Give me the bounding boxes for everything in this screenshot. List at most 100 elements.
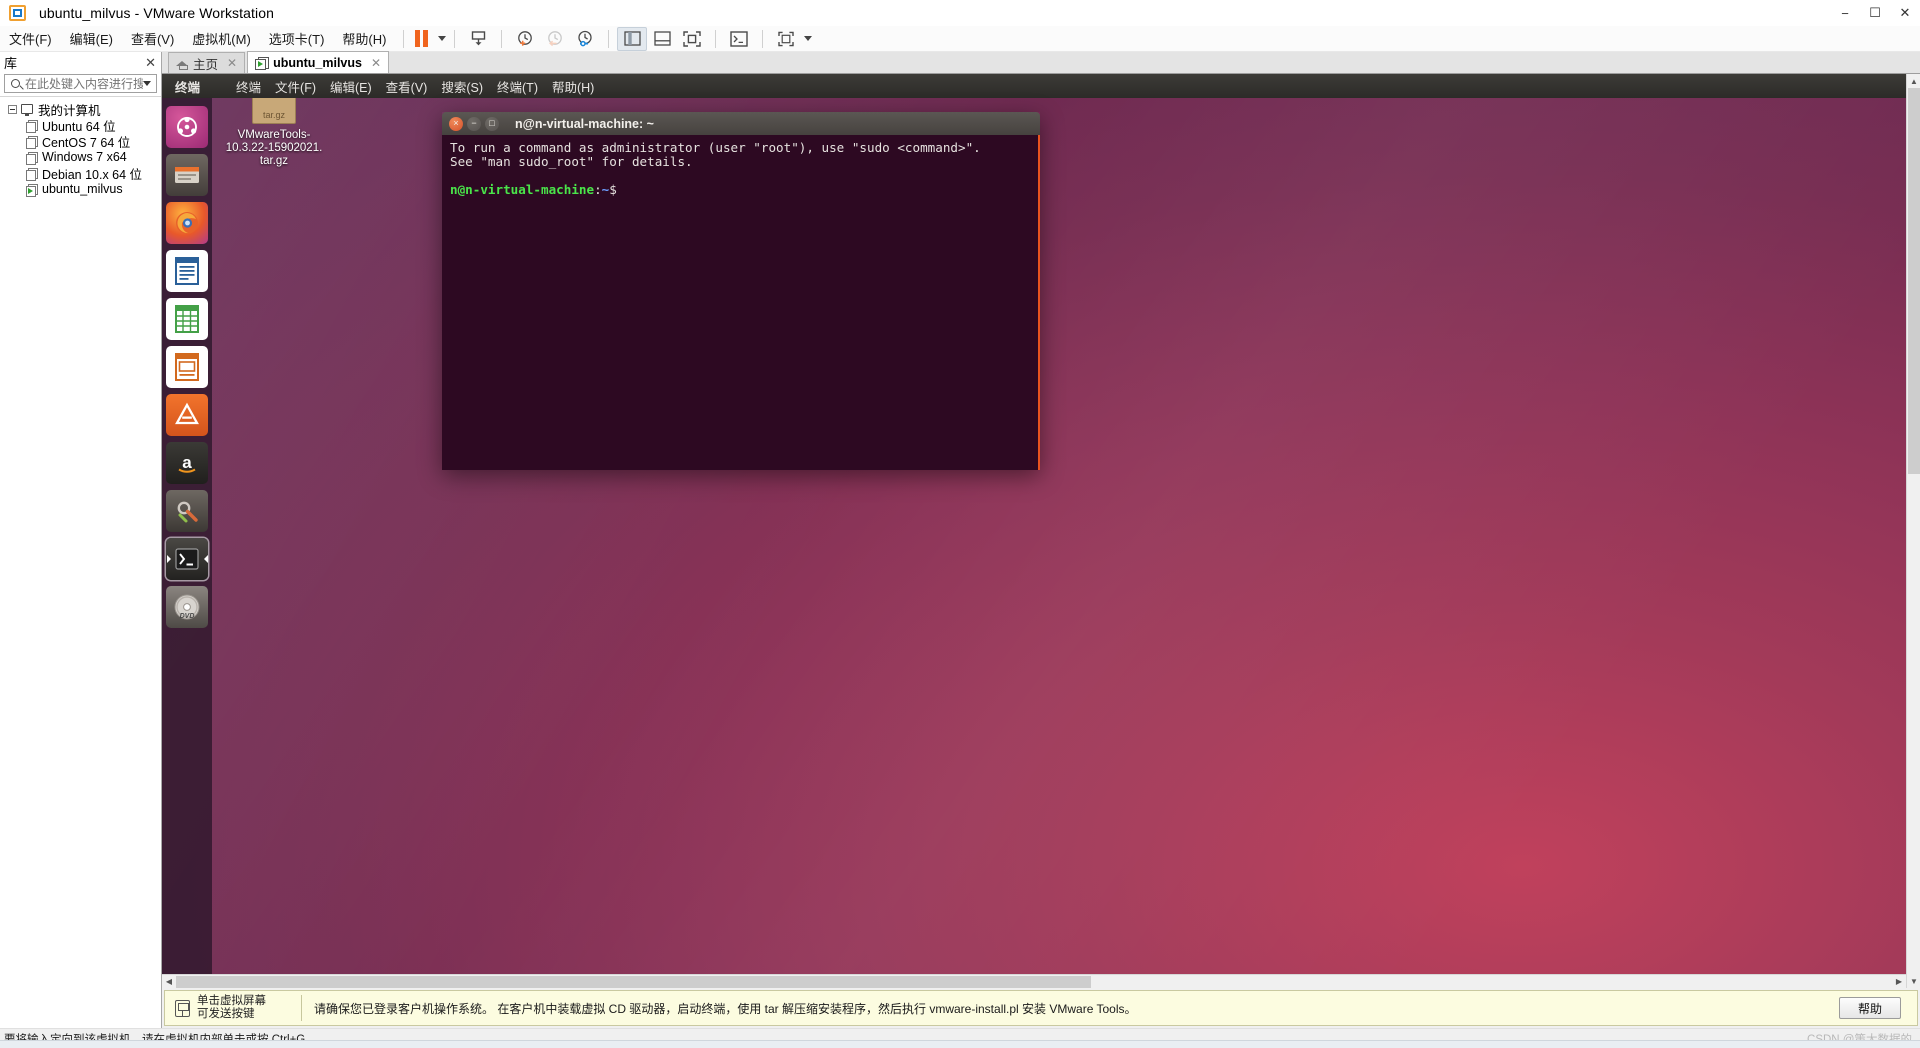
scroll-up-button[interactable]: ▲ [1907, 74, 1920, 88]
guest-menu-view[interactable]: 查看(V) [379, 75, 435, 98]
unity-dropdown-chevron-down-icon[interactable] [804, 36, 813, 41]
vscroll-thumb[interactable] [1908, 88, 1920, 474]
show-thumbnail-bar-button[interactable] [647, 27, 677, 51]
guest-menu-edit[interactable]: 编辑(E) [323, 75, 379, 98]
snapshot-manager-icon [471, 31, 486, 46]
impress-icon [175, 353, 199, 381]
horizontal-scrollbar[interactable]: ◀ ▶ [162, 974, 1906, 989]
library-item-debian-10x-64[interactable]: Debian 10.x 64 位 [0, 165, 161, 182]
launcher-focus-left-arrow-icon [166, 555, 171, 563]
toolbar-divider-4 [608, 29, 610, 48]
console-button[interactable] [724, 27, 754, 51]
guest-menu-search[interactable]: 搜索(S) [434, 75, 490, 98]
vscroll-track[interactable] [1907, 88, 1920, 974]
library-item-ubuntu-milvus[interactable]: ubuntu_milvus [0, 181, 161, 197]
guest-menu-terminal[interactable]: 终端 [229, 75, 268, 98]
terminal-title-bar[interactable]: × − □ n@n-virtual-machine: ~ [442, 112, 1040, 135]
desktop-icon-label: VMwareTools- 10.3.22-15902021. tar.gz [220, 129, 328, 168]
launcher-amazon[interactable]: a [166, 442, 208, 484]
launcher-files[interactable] [166, 154, 208, 196]
tab-strip: 主页 ✕ ubuntu_milvus ✕ [162, 51, 1920, 74]
hint-message: 请确保您已登录客户机操作系统。 在客户机中装载虚拟 CD 驱动器，启动终端，使用… [314, 1001, 1137, 1016]
guest-menu-terminal-t[interactable]: 终端(T) [490, 75, 545, 98]
writer-icon [175, 257, 199, 285]
scroll-left-button[interactable]: ◀ [162, 974, 176, 989]
take-snapshot-button[interactable] [510, 27, 540, 51]
guest-menu-help[interactable]: 帮助(H) [545, 75, 601, 98]
dvd-icon: DVD [174, 594, 200, 620]
toolbar-divider-5 [715, 29, 717, 48]
terminal-minimize-button[interactable]: − [467, 116, 481, 131]
hscroll-thumb[interactable] [176, 975, 1091, 988]
launcher-system-settings[interactable] [166, 490, 208, 532]
search-input[interactable] [25, 76, 143, 91]
library-panel: 库 ✕ 我的计算机 Ubuntu 64 位 [0, 52, 162, 1028]
tab-home[interactable]: 主页 ✕ [168, 52, 246, 73]
ubuntu-desktop[interactable]: 终端 终端 文件(F) 编辑(E) 查看(V) 搜索(S) 终端(T) 帮助(H… [162, 74, 1906, 974]
terminal-prompt-char: $ [609, 182, 617, 197]
terminal-close-button[interactable]: × [449, 116, 463, 131]
power-dropdown-chevron-down-icon[interactable] [438, 36, 447, 41]
help-button[interactable]: 帮助 [1839, 997, 1901, 1019]
software-center-icon [175, 402, 199, 425]
pause-icon [415, 30, 429, 47]
menu-view[interactable]: 查看(V) [122, 26, 183, 51]
launcher-terminal[interactable] [166, 538, 208, 580]
collapse-icon[interactable] [8, 104, 17, 114]
launcher-ubuntu-software[interactable] [166, 394, 208, 436]
guest-menu-file[interactable]: 文件(F) [268, 75, 323, 98]
launcher-libreoffice-writer[interactable] [166, 250, 208, 292]
tab-close-icon[interactable]: ✕ [227, 56, 237, 70]
library-search[interactable] [4, 74, 157, 93]
tab-ubuntu-milvus[interactable]: ubuntu_milvus ✕ [247, 51, 390, 73]
search-icon [11, 79, 20, 88]
vm-running-icon [255, 57, 270, 70]
fullscreen-icon [683, 30, 702, 47]
terminal-output[interactable]: To run a command as administrator (user … [442, 135, 1040, 470]
terminal-window[interactable]: × − □ n@n-virtual-machine: ~ To run a co… [442, 112, 1040, 470]
vm-pane: 主页 ✕ ubuntu_milvus ✕ 终端 终端 文件(F) 编辑(E) 查… [162, 51, 1920, 1028]
vmware-tools-hint-bar: 单击虚拟屏幕 可发送按键 请确保您已登录客户机操作系统。 在客户机中装载虚拟 C… [164, 990, 1918, 1026]
toolbar-divider [403, 29, 405, 48]
launcher-firefox[interactable] [166, 202, 208, 244]
maximize-button[interactable]: ☐ [1860, 0, 1890, 26]
scroll-right-button[interactable]: ▶ [1892, 974, 1906, 989]
library-item-label: Debian 10.x 64 位 [42, 167, 143, 182]
library-close-icon[interactable]: ✕ [145, 55, 156, 71]
hscroll-track[interactable] [176, 974, 1892, 989]
unity-button[interactable] [771, 27, 801, 51]
vm-icon [26, 135, 38, 149]
pause-button[interactable] [412, 30, 431, 47]
launcher-libreoffice-impress[interactable] [166, 346, 208, 388]
launcher-dash-home[interactable] [166, 106, 208, 148]
vm-icon [26, 167, 38, 181]
menu-tabs[interactable]: 选项卡(T) [260, 26, 334, 51]
revert-snapshot-button[interactable] [540, 27, 570, 51]
close-button[interactable]: ✕ [1890, 0, 1920, 26]
tab-close-icon[interactable]: ✕ [371, 56, 381, 70]
hint-divider [301, 995, 302, 1021]
scroll-down-button[interactable]: ▼ [1907, 974, 1920, 988]
svg-text:a: a [182, 453, 192, 472]
launcher-disc-drive[interactable]: DVD [166, 586, 208, 628]
library-item-centos-7-64[interactable]: CentOS 7 64 位 [0, 133, 161, 150]
show-library-button[interactable] [617, 26, 648, 51]
panel-bottom-icon [654, 31, 671, 46]
fullscreen-button[interactable] [677, 27, 707, 51]
menu-help[interactable]: 帮助(H) [333, 26, 395, 51]
guest-viewport[interactable]: 终端 终端 文件(F) 编辑(E) 查看(V) 搜索(S) 终端(T) 帮助(H… [162, 74, 1906, 989]
terminal-line: See "man sudo_root" for details. [450, 154, 693, 169]
snapshot-manager-button[interactable] [570, 27, 600, 51]
manage-snapshot-button[interactable] [463, 27, 493, 51]
terminal-maximize-button[interactable]: □ [485, 116, 499, 131]
firefox-icon [176, 212, 198, 234]
minimize-button[interactable]: − [1830, 0, 1860, 26]
menu-vm[interactable]: 虚拟机(M) [183, 26, 260, 51]
terminal-title: n@n-virtual-machine: ~ [515, 116, 654, 131]
menu-edit[interactable]: 编辑(E) [61, 26, 122, 51]
menu-file[interactable]: 文件(F) [0, 26, 61, 51]
vertical-scrollbar[interactable]: ▲ ▼ [1906, 74, 1920, 988]
launcher-libreoffice-calc[interactable] [166, 298, 208, 340]
search-dropdown-chevron-down-icon[interactable] [140, 75, 154, 92]
